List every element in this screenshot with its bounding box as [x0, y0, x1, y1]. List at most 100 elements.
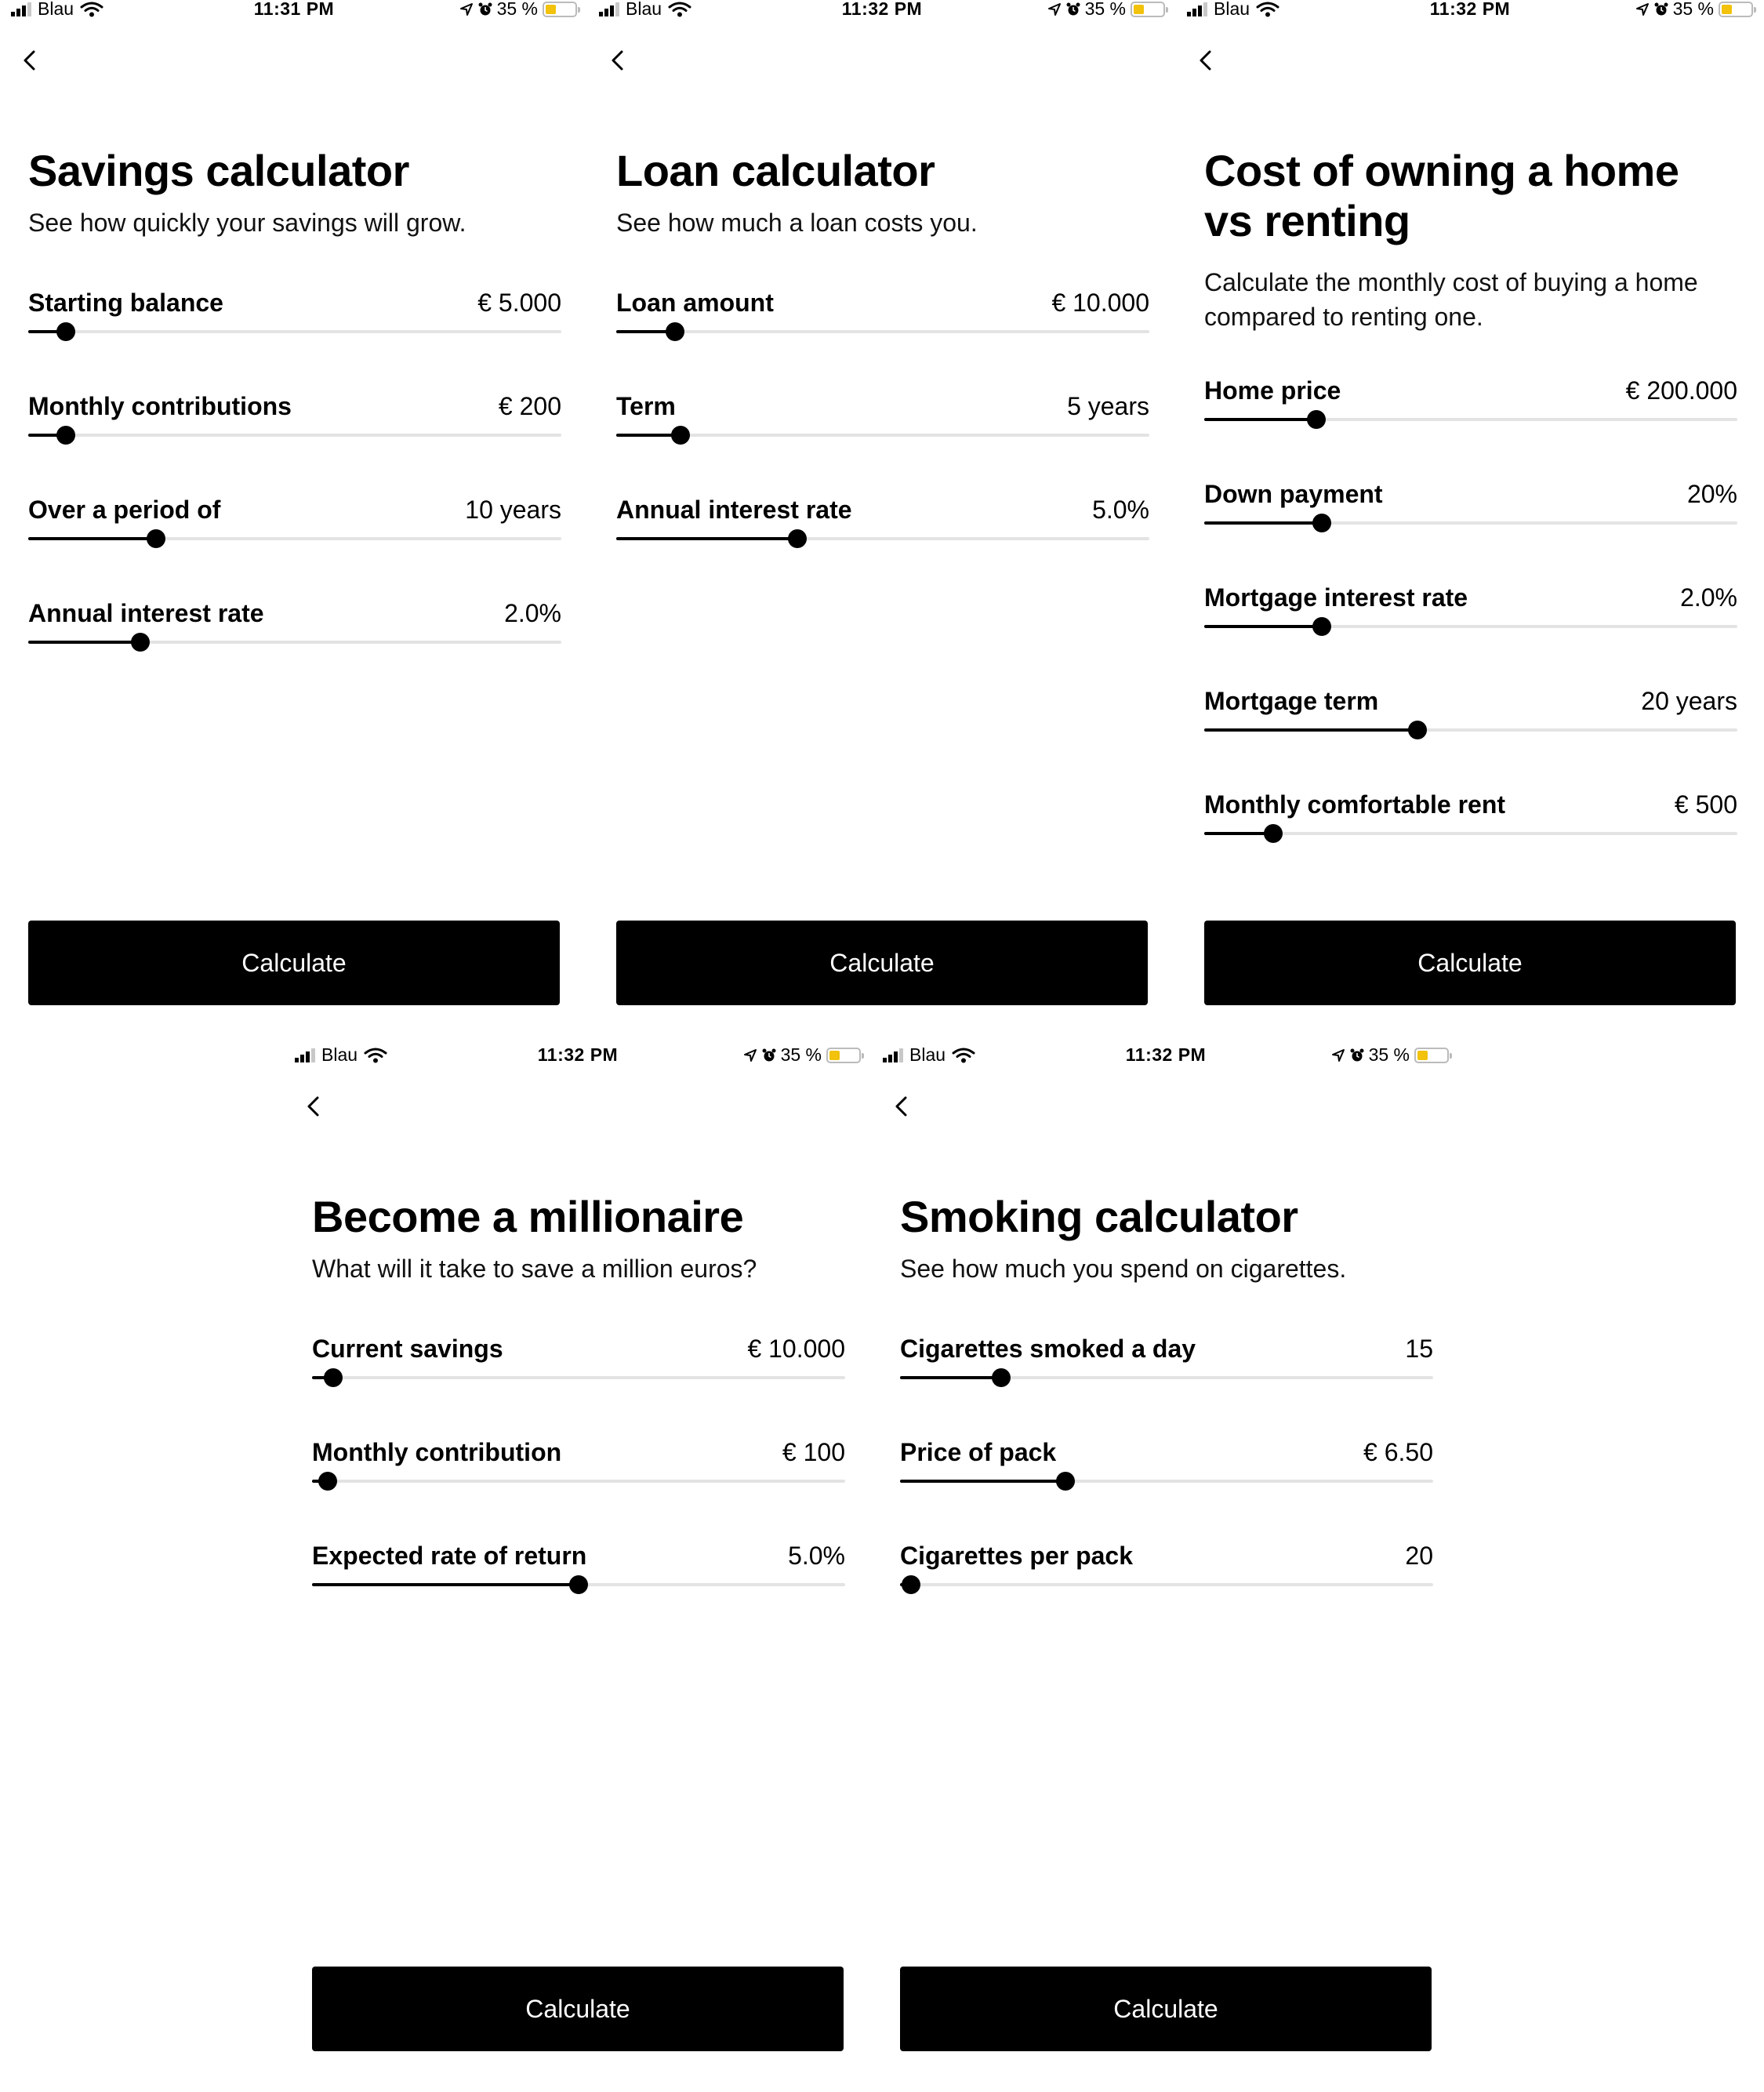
back-chevron-icon[interactable]: [17, 47, 44, 74]
back-chevron-icon[interactable]: [889, 1093, 916, 1120]
slider-thumb[interactable]: [318, 1472, 338, 1491]
location-arrow-icon: [1047, 2, 1061, 16]
calculate-button[interactable]: Calculate: [616, 921, 1148, 1005]
battery-level: [829, 1050, 840, 1060]
slider-thumb[interactable]: [901, 1575, 920, 1594]
slider[interactable]: [1204, 719, 1737, 743]
calculate-button[interactable]: Calculate: [900, 1967, 1432, 2051]
field-2: Mortgage interest rate 2.0%: [1204, 582, 1737, 652]
status-bar: Blau 11:32 PM 35 %: [284, 1046, 872, 1066]
slider[interactable]: [616, 424, 1149, 448]
slider[interactable]: [312, 1367, 845, 1390]
slider[interactable]: [312, 1470, 845, 1494]
slider-thumb[interactable]: [1312, 617, 1331, 636]
field-value: 20 years: [1641, 687, 1737, 715]
page-title: Loan calculator: [616, 146, 935, 195]
page-subtitle: What will it take to save a million euro…: [312, 1255, 757, 1283]
slider-track: [28, 434, 561, 437]
status-bar: Blau 11:32 PM 35 %: [588, 0, 1176, 20]
calculate-button[interactable]: Calculate: [312, 1967, 844, 2051]
slider-thumb[interactable]: [992, 1368, 1011, 1387]
field-value: 20%: [1686, 480, 1737, 508]
slider-thumb[interactable]: [56, 322, 75, 341]
location-arrow-icon: [1635, 2, 1649, 16]
status-bar-right: 35 %: [1331, 1046, 1452, 1066]
field-0: Loan amount € 10.000: [616, 287, 1149, 358]
battery-icon: [1719, 1, 1756, 17]
battery-icon: [1414, 1047, 1452, 1063]
alarm-clock-icon: [1066, 2, 1080, 15]
slider[interactable]: [1204, 823, 1737, 846]
field-value: 15: [1405, 1335, 1433, 1363]
alarm-clock-icon: [1350, 1048, 1364, 1061]
slider[interactable]: [28, 631, 561, 655]
field-label: Monthly contribution: [312, 1438, 562, 1466]
back-chevron-icon[interactable]: [301, 1093, 328, 1120]
slider[interactable]: [28, 321, 561, 344]
slider-thumb[interactable]: [788, 529, 808, 548]
slider-thumb[interactable]: [569, 1575, 588, 1594]
battery-percent: 35 %: [780, 1046, 822, 1065]
slider[interactable]: [616, 321, 1149, 344]
field-value: € 500: [1674, 790, 1737, 819]
slider[interactable]: [1204, 409, 1737, 432]
calculator-screen: Blau 11:31 PM 35 % Savings calculator Se…: [0, 0, 588, 1046]
field-value: € 100: [782, 1438, 845, 1466]
slider-thumb[interactable]: [1264, 824, 1283, 843]
slider-thumb[interactable]: [1306, 410, 1326, 429]
slider-thumb[interactable]: [1408, 721, 1427, 739]
page-title: Become a millionaire: [312, 1192, 744, 1241]
back-chevron-icon[interactable]: [605, 47, 632, 74]
field-label: Loan amount: [616, 289, 774, 317]
alarm-clock-icon: [1654, 2, 1668, 15]
slider-track: [28, 330, 561, 333]
page-title: Savings calculator: [28, 146, 409, 195]
field-1: Term 5 years: [616, 390, 1149, 461]
field-value: 2.0%: [504, 599, 561, 627]
slider-thumb[interactable]: [130, 633, 150, 652]
calculate-button[interactable]: Calculate: [28, 921, 560, 1005]
slider[interactable]: [1204, 512, 1737, 536]
calculate-button[interactable]: Calculate: [1204, 921, 1736, 1005]
field-value: € 5.000: [477, 289, 561, 317]
location-arrow-icon: [1331, 1048, 1345, 1062]
slider-thumb[interactable]: [56, 426, 75, 445]
battery-level: [1134, 4, 1144, 14]
battery-icon: [826, 1047, 864, 1063]
slider-thumb[interactable]: [670, 426, 690, 445]
slider-track: [616, 330, 1149, 333]
status-bar: Blau 11:32 PM 35 %: [872, 1046, 1460, 1066]
slider[interactable]: [900, 1574, 1433, 1597]
back-chevron-icon[interactable]: [1193, 47, 1220, 74]
slider-thumb[interactable]: [1312, 514, 1331, 532]
battery-percent: 35 %: [496, 0, 538, 19]
slider-thumb[interactable]: [1055, 1472, 1075, 1491]
slider-thumb[interactable]: [147, 529, 166, 548]
slider[interactable]: [900, 1470, 1433, 1494]
field-value: € 10.000: [1051, 289, 1149, 317]
field-0: Current savings € 10.000: [312, 1333, 845, 1404]
slider[interactable]: [616, 528, 1149, 551]
field-label: Current savings: [312, 1335, 503, 1363]
field-2: Over a period of 10 years: [28, 494, 561, 565]
field-label: Monthly contributions: [28, 392, 292, 420]
page-title: Cost of owning a home vs renting: [1204, 146, 1679, 245]
field-0: Home price € 200.000: [1204, 375, 1737, 445]
field-3: Annual interest rate 2.0%: [28, 597, 561, 668]
battery-level: [1722, 4, 1732, 14]
slider[interactable]: [312, 1574, 845, 1597]
field-label: Expected rate of return: [312, 1542, 587, 1570]
field-value: € 6.50: [1363, 1438, 1433, 1466]
slider-thumb[interactable]: [665, 322, 684, 341]
slider[interactable]: [900, 1367, 1433, 1390]
slider[interactable]: [28, 424, 561, 448]
slider[interactable]: [28, 528, 561, 551]
field-label: Term: [616, 392, 676, 420]
battery-percent: 35 %: [1672, 0, 1714, 19]
battery-percent: 35 %: [1084, 0, 1126, 19]
field-4: Monthly comfortable rent € 500: [1204, 789, 1737, 859]
field-label: Mortgage interest rate: [1204, 583, 1468, 612]
slider[interactable]: [1204, 616, 1737, 639]
field-2: Cigarettes per pack 20: [900, 1540, 1433, 1611]
slider-thumb[interactable]: [324, 1368, 343, 1387]
